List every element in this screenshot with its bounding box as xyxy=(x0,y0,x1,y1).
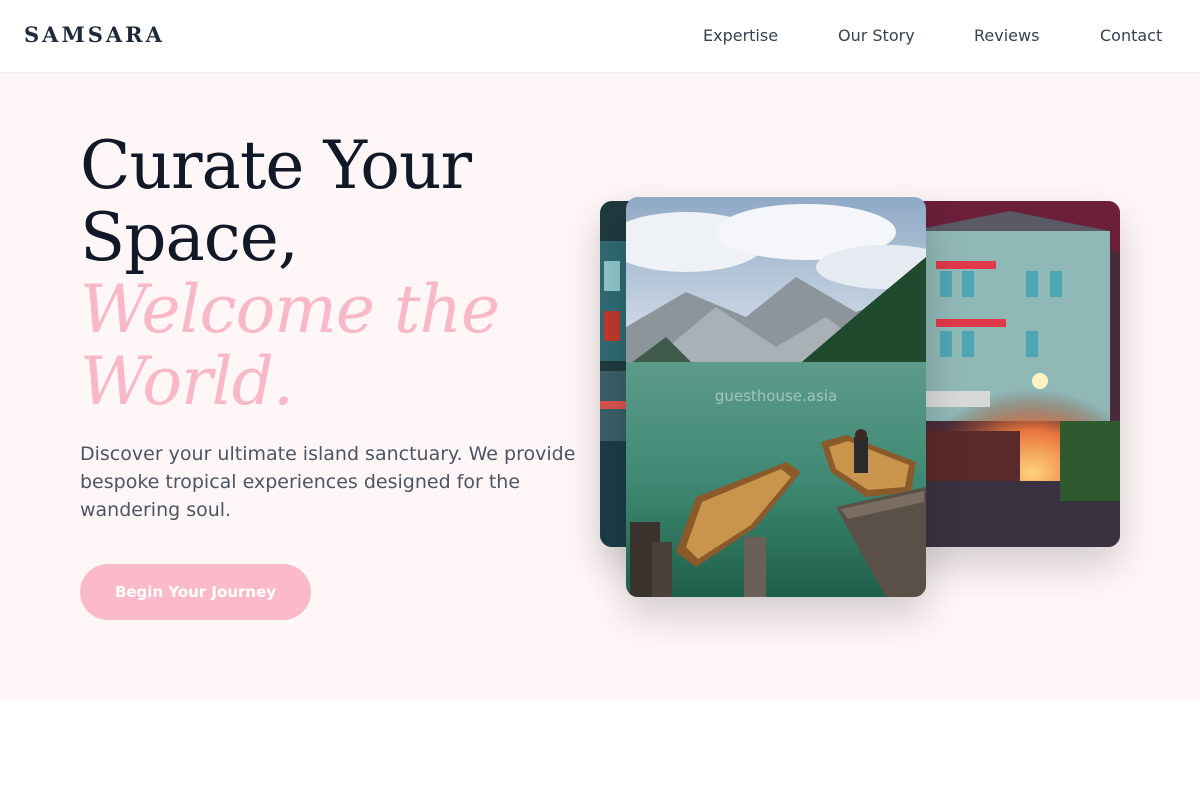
nav-link-expertise[interactable]: Expertise xyxy=(703,26,778,45)
townhouse-evening-photo xyxy=(900,201,1120,547)
hero-section: Curate Your Space, Welcome the World. Di… xyxy=(0,73,1200,700)
lake-boats-photo: guesthouse.asia xyxy=(626,197,926,597)
headline-accent-line: World. xyxy=(80,343,294,420)
main-nav: Expertise Our Story Reviews Contact xyxy=(0,26,1200,50)
nav-link-reviews[interactable]: Reviews xyxy=(974,26,1039,45)
image-watermark: guesthouse.asia xyxy=(714,387,838,405)
begin-journey-button[interactable]: Begin Your Journey xyxy=(80,564,311,620)
navbar: SAMSARA Expertise Our Story Reviews Cont… xyxy=(0,0,1200,73)
nav-link-our-story[interactable]: Our Story xyxy=(838,26,915,45)
headline-line: Curate Your xyxy=(80,127,472,204)
headline-accent-line: Welcome the xyxy=(80,271,500,348)
hero-description: Discover your ultimate island sanctuary.… xyxy=(80,443,576,521)
hero-headline: Curate Your Space, Welcome the World. xyxy=(80,130,600,418)
headline-line: Space, xyxy=(80,199,299,276)
nav-link-contact[interactable]: Contact xyxy=(1100,26,1162,45)
photo-gallery: guesthouse.asia xyxy=(600,197,1120,601)
